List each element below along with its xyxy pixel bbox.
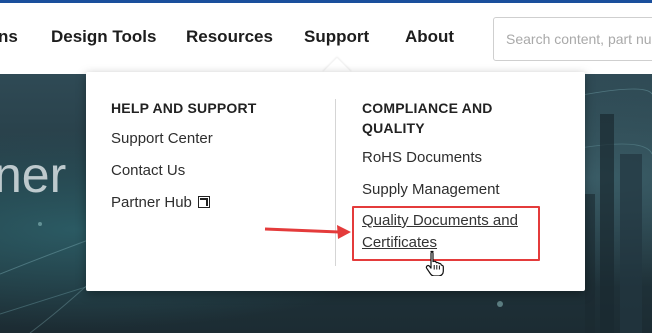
partner-hub-label: Partner Hub (111, 194, 192, 211)
help-and-support-heading: HELP AND SUPPORT (111, 100, 257, 116)
contact-us-link[interactable]: Contact Us (111, 161, 185, 181)
annotation-highlight-box (352, 206, 540, 261)
external-link-icon (197, 196, 210, 208)
rohs-documents-link[interactable]: RoHS Documents (362, 148, 482, 168)
partner-hub-link[interactable]: Partner Hub (111, 193, 210, 213)
nav-item-support[interactable]: Support (304, 27, 369, 47)
supply-management-link[interactable]: Supply Management (362, 180, 500, 200)
compliance-heading-line2: QUALITY (362, 120, 425, 136)
compliance-and-quality-heading: COMPLIANCE AND QUALITY (362, 98, 493, 138)
red-arrow-icon (264, 225, 351, 239)
nav-item-about[interactable]: About (405, 27, 454, 47)
nav-item-solutions[interactable]: ns (0, 27, 18, 47)
top-navigation-bar: ns Design Tools Resources Support About (0, 3, 652, 74)
nav-item-resources[interactable]: Resources (186, 27, 273, 47)
support-center-link[interactable]: Support Center (111, 129, 213, 149)
hero-heading-fragment: ner (0, 147, 67, 203)
hand-pointer-icon (425, 250, 444, 276)
compliance-heading-line1: COMPLIANCE AND (362, 100, 493, 116)
nav-item-design-tools[interactable]: Design Tools (51, 27, 156, 47)
search-input[interactable] (493, 17, 652, 61)
